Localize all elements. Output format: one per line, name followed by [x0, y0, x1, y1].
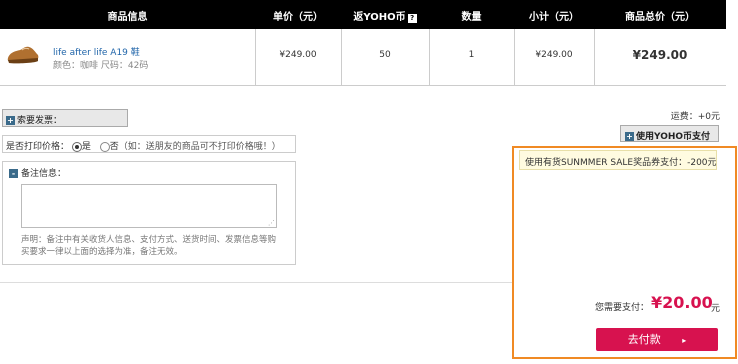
collapse-icon[interactable]: -: [9, 169, 18, 178]
col-total-header: 商品总价（元）: [625, 12, 695, 23]
radio-yes[interactable]: [71, 141, 82, 152]
yoho-coins: 50: [379, 50, 391, 60]
radio-dot: [74, 144, 79, 149]
amount-due-unit: 元: [711, 304, 721, 314]
amount-due: ¥20.00: [651, 293, 713, 312]
cart-table-header: 商品信息 单价（元） 返YOHO币? 数量 小计（元） 商品总价（元）: [0, 0, 726, 29]
product-attributes: 颜色：咖啡 尺码：42码: [53, 61, 149, 71]
request-invoice-button[interactable]: + 索要发票：: [2, 109, 128, 127]
plus-icon: +: [625, 132, 634, 141]
coupon-applied-notice: 使用有货SUNMMER SALE奖品券支付：-200元: [519, 150, 717, 170]
use-yoho-coin-label: 使用YOHO币支付: [636, 132, 711, 142]
radio-no-label: 否: [109, 142, 119, 152]
checkout-button-label: 去付款: [627, 333, 661, 346]
quantity: 1: [468, 50, 475, 60]
product-thumbnail[interactable]: [6, 42, 40, 68]
help-icon[interactable]: ?: [407, 14, 417, 23]
request-invoice-label: 索要发票：: [17, 116, 63, 126]
remark-notice: 声明：备注中有关收货人信息、支付方式、送货时间、发票信息等购买要求一律以上面的选…: [21, 235, 277, 257]
radio-no[interactable]: [99, 141, 110, 152]
col-price-header: 单价（元）: [273, 12, 323, 23]
subtotal: ¥249.00: [535, 50, 573, 60]
remark-panel: - 备注信息： ⋰ 声明：备注中有关收货人信息、支付方式、送货时间、发票信息等购买…: [2, 161, 296, 265]
remark-textarea[interactable]: ⋰: [21, 184, 277, 228]
radio-yes-label: 是: [81, 142, 91, 152]
checkout-button[interactable]: 去付款 ▸: [596, 328, 718, 351]
col-yoho-header: 返YOHO币?: [341, 8, 429, 23]
product-total: ¥249.00: [632, 48, 688, 62]
unit-price: ¥249.00: [279, 50, 317, 60]
col-yoho-label: 返YOHO币: [353, 12, 406, 23]
col-qty-header: 数量: [461, 12, 482, 23]
print-price-label: 是否打印价格：: [6, 142, 70, 152]
col-product-header: 商品信息: [107, 12, 148, 23]
remark-label: 备注信息：: [21, 169, 67, 179]
use-yoho-coin-button[interactable]: + 使用YOHO币支付: [620, 125, 719, 142]
col-subtotal-header: 小计（元）: [529, 12, 579, 23]
product-name-link[interactable]: life after life A19 鞋: [53, 45, 140, 58]
divider: [0, 282, 512, 283]
resize-handle-icon[interactable]: ⋰: [268, 219, 275, 227]
remark-header: - 备注信息：: [9, 166, 66, 179]
arrow-right-icon: ▸: [682, 336, 687, 345]
amount-due-label: 您需要支付：: [595, 303, 650, 313]
print-price-note: （如：送朋友的商品可不打印价格哦！）: [118, 142, 281, 152]
plus-icon: +: [6, 116, 15, 125]
print-price-row: 是否打印价格： 是 否（如：送朋友的商品可不打印价格哦！）: [2, 135, 296, 153]
shipping-fee: 运费：+0元: [670, 112, 720, 122]
